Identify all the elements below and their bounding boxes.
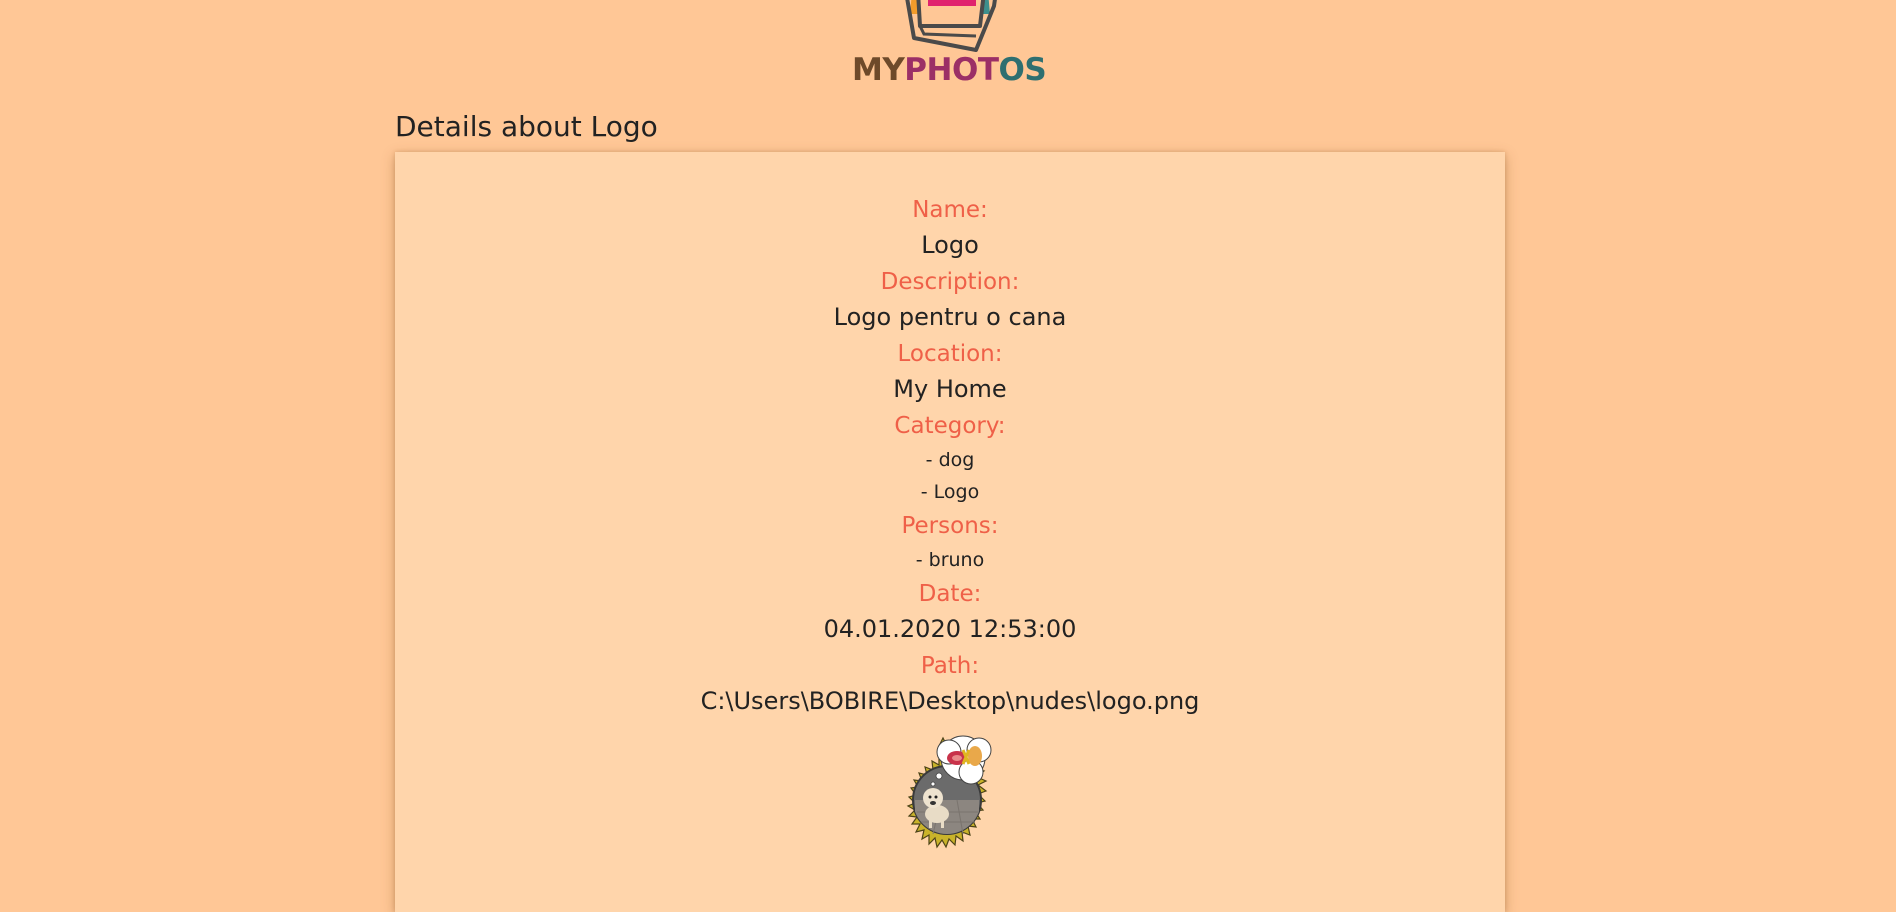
path-label: Path: [920, 653, 980, 679]
description-label: Description: [880, 269, 1020, 295]
logo-text-phot: PHOT [904, 52, 999, 88]
date-value: 04.01.2020 12:53:00 [823, 615, 1077, 643]
person-item: - bruno [915, 549, 985, 571]
page-title: Details about Logo [395, 110, 658, 143]
category-item: - Logo [920, 481, 980, 503]
logo-text-my: MY [852, 52, 905, 88]
location-label: Location: [897, 341, 1003, 367]
photo-frame-icon [905, 0, 997, 52]
location-value: My Home [893, 375, 1007, 403]
path-value: C:\Users\BOBIRE\Desktop\nudes\logo.png [700, 687, 1200, 715]
category-label: Category: [894, 413, 1006, 439]
description-value: Logo pentru o cana [833, 303, 1067, 331]
header: MYPHOTOS [0, 0, 1896, 100]
logo-text-os: OS [998, 52, 1047, 88]
category-item: - dog [925, 449, 975, 471]
photo-image [906, 735, 992, 849]
details-card: Name: Logo Description: Logo pentru o ca… [395, 152, 1505, 912]
persons-label: Persons: [901, 513, 999, 539]
name-label: Name: [912, 197, 988, 223]
site-logo[interactable]: MYPHOTOS [848, 0, 1048, 97]
date-label: Date: [918, 581, 982, 607]
logo-wordmark: MYPHOTOS [852, 52, 1047, 88]
name-value: Logo [921, 231, 979, 259]
